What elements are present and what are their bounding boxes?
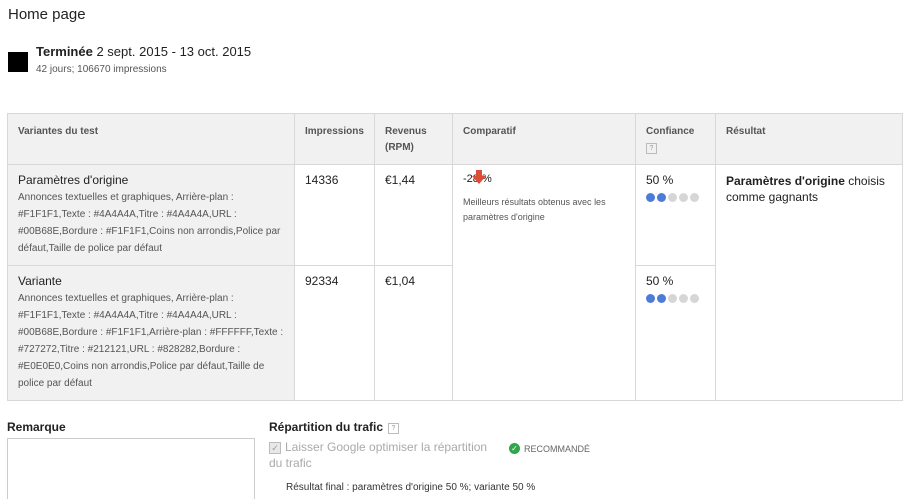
confidence-dot	[668, 294, 677, 303]
confidence-dot	[679, 193, 688, 202]
column-header-revenue: Revenus (RPM)	[374, 113, 453, 165]
check-circle-icon: ✓	[509, 443, 520, 454]
results-table: Variantes du test Impressions Revenus (R…	[7, 113, 903, 401]
revenue-header-line1: Revenus	[385, 126, 427, 137]
optimize-traffic-label: Laisser Google optimiser la répartition	[285, 440, 488, 454]
confidence-header-label: Confiance	[646, 126, 695, 137]
variant-name: Variante	[18, 274, 62, 288]
winner-name: Paramètres d'origine	[726, 174, 845, 188]
confidence-dot	[668, 193, 677, 202]
final-result: Résultat final : paramètres d'origine 50…	[286, 482, 536, 493]
impressions-cell: 92334	[294, 265, 375, 401]
breadcrumb[interactable]: Home page	[8, 6, 86, 23]
confidence-dot	[657, 193, 666, 202]
variant-name: Paramètres d'origine	[18, 173, 129, 187]
help-icon[interactable]: ?	[646, 143, 657, 154]
confidence-value: 50 %	[646, 173, 674, 187]
variant-cell: Paramètres d'origine Annonces textuelles…	[7, 164, 295, 266]
optimize-traffic-checkbox[interactable]: ✓	[269, 442, 281, 454]
comparison-text: Meilleurs résultats obtenus avec les par…	[463, 197, 606, 222]
confidence-dots	[646, 193, 706, 208]
confidence-dot	[646, 294, 655, 303]
impressions-cell: 14336	[294, 164, 375, 266]
confidence-dot	[690, 294, 699, 303]
revenue-header-line2: (RPM)	[385, 142, 414, 153]
remark-title: Remarque	[7, 420, 66, 434]
comparison-value: -28 %	[463, 173, 492, 185]
column-header-impressions: Impressions	[294, 113, 375, 165]
traffic-title: Répartition du trafic	[269, 420, 384, 434]
status-label: Terminée	[36, 44, 93, 59]
variant-cell: Variante Annonces textuelles et graphiqu…	[7, 265, 295, 401]
comparison-cell: -28 % Meilleurs résultats obtenus avec l…	[452, 164, 636, 401]
optimize-traffic-label-line2: du trafic	[269, 456, 312, 470]
down-arrow-icon	[472, 170, 486, 184]
table-row: Paramètres d'origine Annonces textuelles…	[7, 164, 903, 401]
confidence-value: 50 %	[646, 274, 674, 288]
table-header-row: Variantes du test Impressions Revenus (R…	[7, 113, 903, 165]
column-header-confidence: Confiance ?	[635, 113, 716, 165]
confidence-dot	[657, 294, 666, 303]
result-cell: Paramètres d'origine choisis comme gagna…	[715, 164, 903, 401]
help-icon[interactable]: ?	[388, 423, 399, 434]
comparison-content: -28 % Meilleurs résultats obtenus avec l…	[463, 170, 625, 225]
confidence-cell: 50 %	[635, 265, 716, 401]
variant-description: Annonces textuelles et graphiques, Arriè…	[18, 192, 281, 254]
remark-textarea[interactable]	[7, 438, 255, 499]
experiment-status: Terminée 2 sept. 2015 - 13 oct. 2015	[36, 44, 251, 59]
revenue-cell: €1,04	[374, 265, 453, 401]
column-header-comparison: Comparatif	[452, 113, 636, 165]
revenue-cell: €1,44	[374, 164, 453, 266]
status-square	[8, 52, 28, 72]
confidence-cell: 50 %	[635, 164, 716, 266]
experiment-summary: 42 jours; 106670 impressions	[36, 64, 167, 75]
confidence-dot	[646, 193, 655, 202]
confidence-dot	[679, 294, 688, 303]
confidence-dots	[646, 294, 706, 309]
recommended-label: RECOMMANDÉ	[524, 444, 591, 454]
variant-description: Annonces textuelles et graphiques, Arriè…	[18, 293, 284, 389]
date-range: 2 sept. 2015 - 13 oct. 2015	[96, 44, 252, 59]
column-header-variant: Variantes du test	[7, 113, 295, 165]
column-header-result: Résultat	[715, 113, 903, 165]
confidence-dot	[690, 193, 699, 202]
